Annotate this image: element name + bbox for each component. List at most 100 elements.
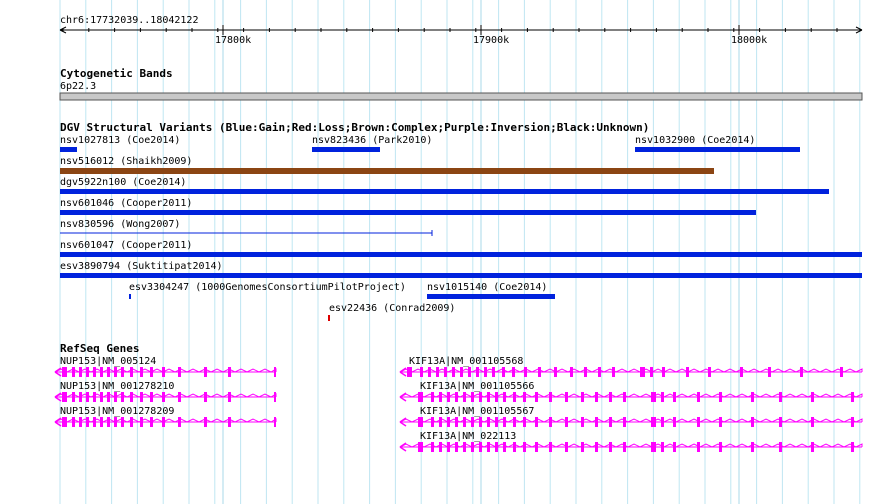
gene-exon (107, 417, 110, 427)
gene-exon (463, 392, 466, 402)
gene-exon (549, 442, 552, 452)
gene-exon (150, 417, 153, 427)
gene-exon (581, 392, 584, 402)
gene-exon (554, 367, 557, 377)
gene-exon (86, 367, 89, 377)
dgv-variant-bar[interactable] (60, 210, 756, 215)
gene-exon (800, 367, 803, 377)
gene-exon (471, 417, 474, 427)
cytoband-bar[interactable] (59, 92, 863, 101)
gene-model[interactable] (54, 392, 277, 402)
gene-exon (100, 392, 103, 402)
gene-exon (662, 367, 665, 377)
gene-exon (455, 442, 458, 452)
gene-exon (228, 392, 231, 402)
gene-exon (513, 392, 516, 402)
gene-exon (479, 417, 482, 427)
gene-exon (851, 392, 854, 402)
gene-model[interactable] (54, 367, 277, 377)
gene-exon (779, 442, 782, 452)
gene-exon (444, 367, 447, 377)
gene-exon (79, 417, 82, 427)
gene-exon (107, 367, 110, 377)
gene-exon (162, 417, 165, 427)
gene-exon (407, 367, 412, 377)
dgv-variant-bar[interactable] (60, 252, 862, 257)
gene-exon (595, 417, 598, 427)
gene-exon (651, 442, 656, 452)
gene-exon (751, 442, 754, 452)
gene-exon (661, 417, 664, 427)
gene-exon (431, 442, 434, 452)
dgv-variant-bar[interactable] (60, 189, 829, 194)
gene-exon (93, 417, 96, 427)
gene-exon (463, 417, 466, 427)
gene-exon (623, 392, 626, 402)
gene-exon (609, 417, 612, 427)
gene-exon (72, 392, 75, 402)
gene-exon (140, 417, 143, 427)
gene-exon (114, 417, 117, 427)
gene-exon (431, 392, 434, 402)
dgv-variant-bar[interactable] (328, 315, 330, 321)
dgv-variant-bar[interactable] (129, 294, 131, 299)
gene-exon (471, 392, 474, 402)
dgv-variant-bar[interactable] (635, 147, 800, 152)
gene-exon (140, 392, 143, 402)
dgv-variant-bar[interactable] (312, 147, 380, 152)
dgv-variant-bar[interactable] (60, 273, 862, 278)
gene-exon (661, 442, 664, 452)
gene-exon (513, 417, 516, 427)
gene-model[interactable] (399, 367, 863, 377)
gene-model[interactable] (54, 417, 277, 427)
gene-exon (503, 417, 506, 427)
gene-exon (565, 392, 568, 402)
gene-exon (178, 392, 181, 402)
genome-browser-view: chr6:17732039..18042122 17800k 17900k 18… (0, 0, 890, 504)
gene-model[interactable] (399, 417, 863, 427)
gene-exon (779, 417, 782, 427)
gene-exon (512, 367, 515, 377)
gene-exon (612, 367, 615, 377)
gene-exon (79, 367, 82, 377)
gene-exon (740, 367, 743, 377)
gene-exon (439, 417, 442, 427)
gene-exon (779, 392, 782, 402)
gene-exon (274, 417, 276, 427)
gene-exon (62, 392, 67, 402)
dgv-variant-bar[interactable] (60, 147, 77, 152)
gene-exon (86, 392, 89, 402)
gene-exon (502, 367, 505, 377)
gene-exon (565, 417, 568, 427)
gene-exon (513, 442, 516, 452)
gene-exon (751, 392, 754, 402)
gene-exon (686, 367, 689, 377)
dgv-variant-bar[interactable] (60, 168, 714, 174)
gene-exon (673, 417, 676, 427)
gene-exon (428, 367, 431, 377)
gene-exon (93, 367, 96, 377)
gene-exon (751, 417, 754, 427)
gene-exon (204, 392, 207, 402)
gene-exon (708, 367, 711, 377)
gene-exon (840, 367, 843, 377)
gene-exon (487, 392, 490, 402)
gene-exon (479, 442, 482, 452)
gene-exon (479, 392, 482, 402)
gene-exon (114, 367, 117, 377)
dgv-variant-bar[interactable] (427, 294, 555, 299)
gene-model[interactable] (399, 392, 863, 402)
gene-exon (420, 367, 423, 377)
gene-exon (228, 367, 231, 377)
gene-model[interactable] (399, 442, 863, 452)
gene-exon (274, 367, 276, 377)
gene-exon (130, 417, 133, 427)
gene-exon (86, 417, 89, 427)
gene-exon (768, 367, 771, 377)
gene-exon (274, 392, 276, 402)
gene-exon (535, 392, 538, 402)
gene-exon (719, 392, 722, 402)
gene-exon (121, 417, 124, 427)
gene-exon (418, 442, 423, 452)
gene-exon (495, 442, 498, 452)
